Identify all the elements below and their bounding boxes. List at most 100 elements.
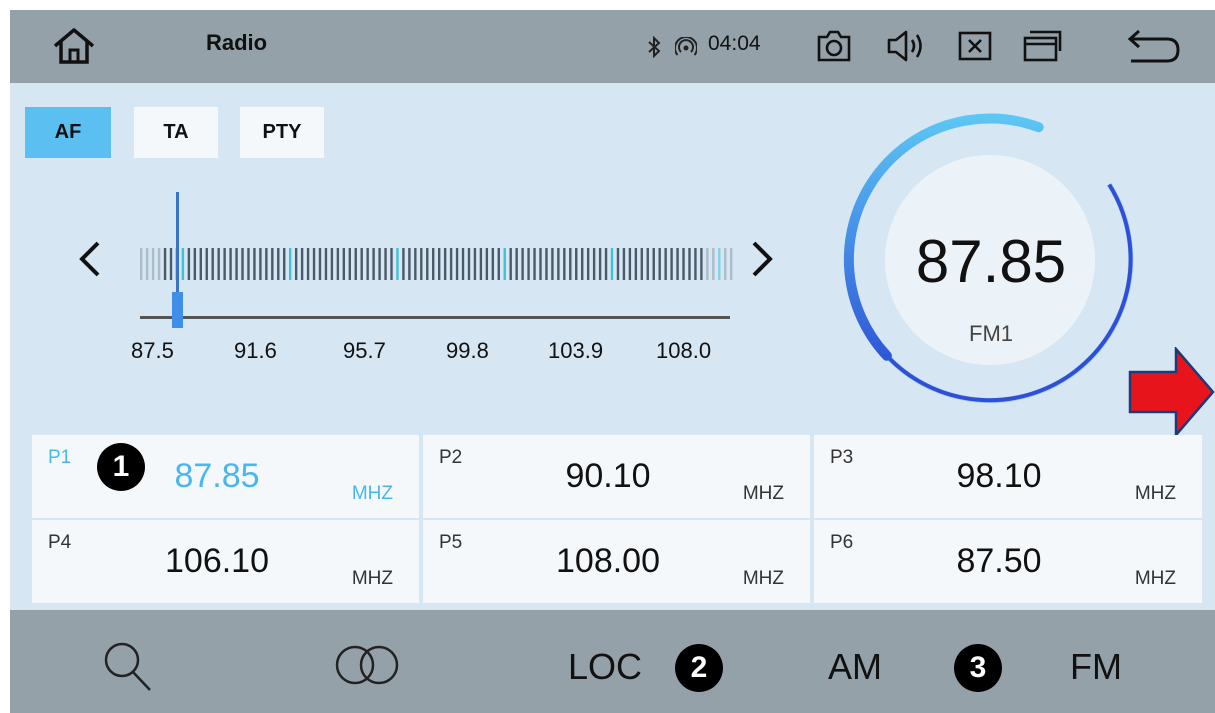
tuner-scale[interactable] bbox=[120, 178, 740, 328]
tuner-tick bbox=[730, 248, 733, 280]
tuner-tick bbox=[360, 248, 363, 280]
preset-frequency: 106.10 bbox=[165, 542, 269, 580]
tuner-tick bbox=[682, 248, 685, 280]
tuner-tick bbox=[509, 248, 512, 280]
preset-frequency: 87.50 bbox=[956, 542, 1042, 580]
tuner-tick bbox=[145, 248, 149, 280]
preset-unit: MHZ bbox=[742, 483, 784, 504]
search-icon[interactable] bbox=[98, 636, 158, 698]
home-icon[interactable] bbox=[48, 24, 100, 68]
dial-band: FM1 bbox=[969, 321, 1013, 346]
tuner-tick bbox=[515, 248, 518, 280]
tuner-tick bbox=[455, 248, 459, 280]
preset-p5[interactable]: P5 108.00 MHZ bbox=[423, 520, 810, 603]
tuner-tick bbox=[694, 248, 697, 280]
preset-frequency: 98.10 bbox=[956, 457, 1042, 495]
tuner-tick bbox=[247, 248, 250, 280]
tuner-tick bbox=[336, 248, 340, 280]
tuner-tick bbox=[610, 248, 614, 280]
tuner-tick bbox=[592, 248, 596, 280]
preset-frequency: 90.10 bbox=[565, 457, 651, 495]
tuner-tick bbox=[622, 248, 626, 280]
scale-label: 87.5 bbox=[131, 338, 174, 363]
tuner-tick bbox=[151, 248, 155, 280]
preset-label: P5 bbox=[439, 532, 463, 553]
tuner-tick bbox=[366, 248, 369, 280]
scale-label: 103.9 bbox=[548, 338, 604, 363]
tuner-tick bbox=[670, 248, 673, 280]
status-bar: Radio 04:04 bbox=[10, 10, 1215, 83]
tuner-tick bbox=[324, 248, 328, 280]
tuner-tick bbox=[724, 248, 727, 280]
tune-prev-button[interactable] bbox=[72, 235, 108, 283]
preset-label: P4 bbox=[48, 532, 72, 553]
tuner-tick bbox=[169, 248, 173, 280]
tuner-tick bbox=[277, 248, 280, 280]
tuner-tick bbox=[187, 248, 191, 280]
preset-unit: MHZ bbox=[1134, 568, 1176, 589]
tuner-tick bbox=[330, 248, 334, 280]
tuner-tick bbox=[706, 248, 709, 280]
fm-button[interactable]: FM bbox=[1070, 646, 1122, 688]
tuner-tick bbox=[157, 248, 161, 280]
tuner-tick bbox=[604, 248, 608, 280]
preset-label: P6 bbox=[830, 532, 854, 553]
tuner-tick bbox=[396, 248, 399, 280]
tuner-tick bbox=[443, 248, 447, 280]
tuner-tick bbox=[390, 248, 393, 280]
back-icon[interactable] bbox=[1126, 26, 1182, 66]
tuner-tick bbox=[628, 248, 632, 280]
tuner-tick bbox=[205, 248, 208, 280]
tuner-tick bbox=[294, 248, 298, 280]
tuner-tick bbox=[551, 248, 554, 280]
tuner-tick bbox=[676, 248, 679, 280]
preset-p6[interactable]: P6 87.50 MHZ bbox=[814, 520, 1202, 603]
tuner-tick bbox=[312, 248, 316, 280]
loc-button[interactable]: LOC bbox=[568, 646, 642, 688]
window-icon[interactable] bbox=[1020, 27, 1066, 65]
tuner-tick bbox=[199, 248, 202, 280]
pty-toggle-button[interactable]: PTY bbox=[240, 107, 324, 158]
ta-toggle-button[interactable]: TA bbox=[134, 107, 218, 158]
tuner-tick bbox=[557, 248, 560, 280]
tuner-tick bbox=[420, 248, 423, 280]
tuner-baseline bbox=[140, 316, 730, 319]
preset-p4[interactable]: P4 106.10 MHZ bbox=[32, 520, 419, 603]
tuner-tick bbox=[306, 248, 310, 280]
tuner-tick bbox=[217, 248, 220, 280]
am-button[interactable]: AM bbox=[828, 646, 882, 688]
tuner-tick bbox=[521, 248, 524, 280]
bluetooth-icon bbox=[646, 34, 662, 60]
preset-p2[interactable]: P2 90.10 MHZ bbox=[423, 435, 810, 518]
tuner-tick bbox=[426, 248, 429, 280]
stereo-icon[interactable] bbox=[331, 644, 407, 686]
tuner-tick bbox=[479, 248, 483, 280]
tuner-tick bbox=[569, 248, 572, 280]
preset-unit: MHZ bbox=[742, 568, 784, 589]
annotation-badge-2: 2 bbox=[675, 644, 723, 692]
tuner-tick bbox=[283, 248, 286, 280]
volume-icon[interactable] bbox=[884, 27, 928, 65]
tuner-tick bbox=[503, 248, 506, 280]
tuner-tick bbox=[193, 248, 197, 280]
signal-icon bbox=[674, 36, 698, 58]
preset-unit: MHZ bbox=[351, 568, 393, 589]
tune-next-button[interactable] bbox=[744, 235, 780, 283]
preset-p3[interactable]: P3 98.10 MHZ bbox=[814, 435, 1202, 518]
scale-label: 95.7 bbox=[343, 338, 386, 363]
tuner-tick bbox=[259, 248, 262, 280]
preset-p1[interactable]: P1 87.85 MHZ bbox=[32, 435, 419, 518]
preset-label: P1 bbox=[48, 447, 72, 468]
close-icon[interactable] bbox=[955, 27, 995, 65]
tuner-tick bbox=[414, 248, 417, 280]
annotation-badge-1: 1 bbox=[97, 443, 145, 491]
af-toggle-button[interactable]: AF bbox=[25, 107, 111, 158]
tuner-tick bbox=[211, 248, 214, 280]
camera-icon[interactable] bbox=[814, 27, 854, 65]
tuner-tick bbox=[616, 248, 620, 280]
tuner-tick bbox=[253, 248, 256, 280]
bottom-toolbar: LOC AM FM 2 3 bbox=[10, 610, 1215, 713]
scale-label: 108.0 bbox=[656, 338, 712, 363]
tuner-tick bbox=[402, 248, 405, 280]
clock-time: 04:04 bbox=[708, 32, 761, 55]
